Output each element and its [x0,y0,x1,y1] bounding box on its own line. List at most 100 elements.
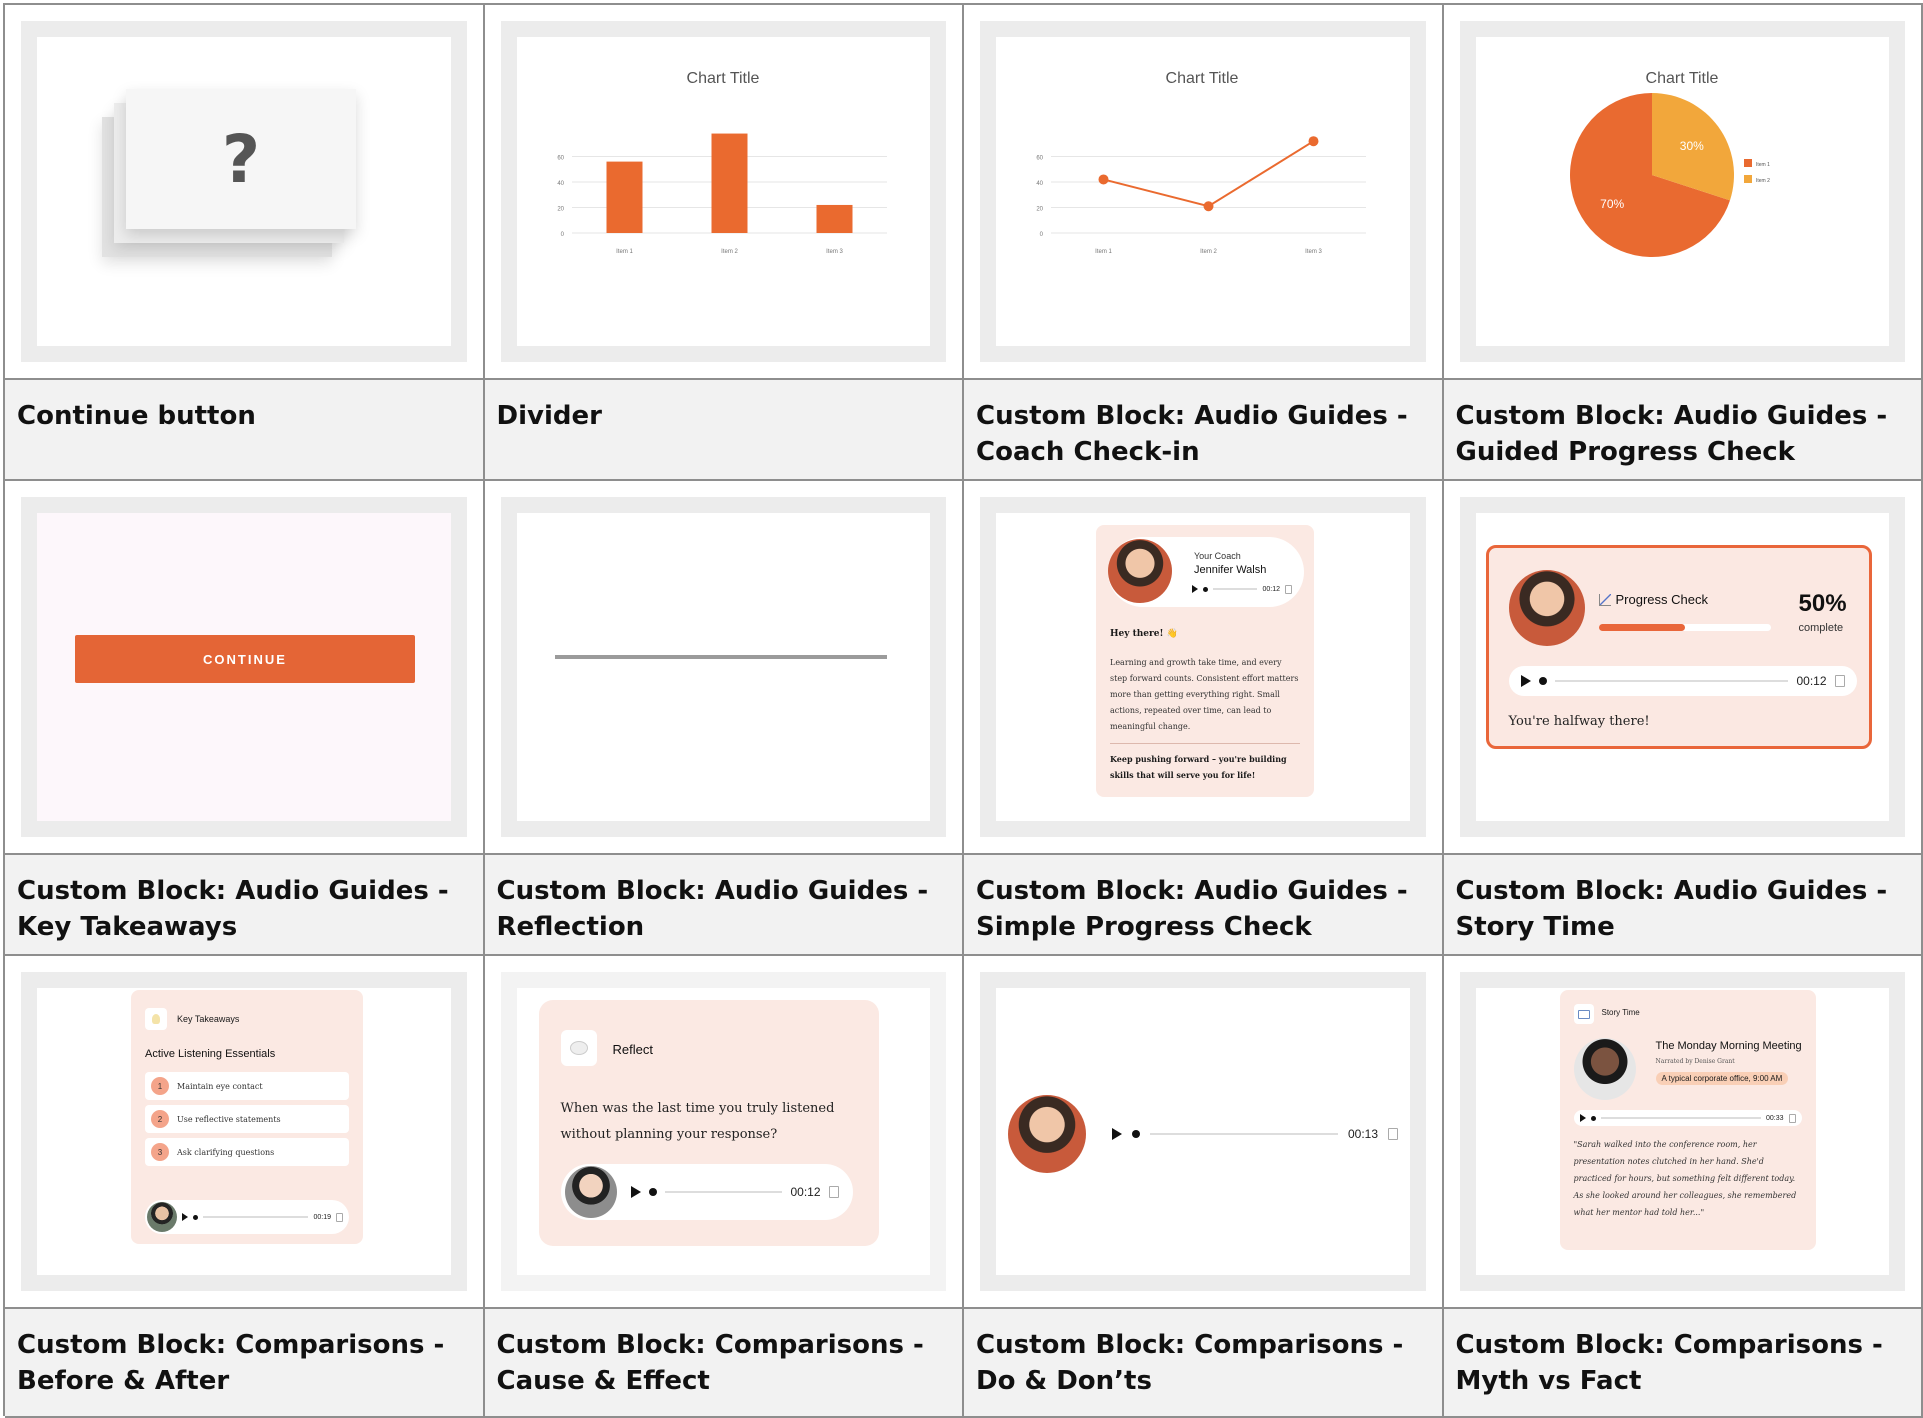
scrubber-handle[interactable] [1203,587,1208,592]
audio-track[interactable] [1150,1133,1338,1135]
bar [711,134,747,233]
thumb-guided-progress-check[interactable]: Chart Title70%Item 130%Item 2 [1444,5,1923,380]
play-icon[interactable] [1580,1114,1586,1122]
transcript-icon[interactable] [829,1186,839,1198]
play-icon[interactable] [182,1213,188,1221]
thumb-do-donts[interactable]: 00:13 [964,956,1444,1309]
thought-bubble-icon [561,1030,597,1066]
transcript-icon[interactable] [1789,1114,1796,1123]
coach-avatar [1108,539,1172,603]
progress-title-row: Progress Check [1599,592,1708,607]
play-icon[interactable] [1192,585,1198,593]
divider-line [555,655,887,659]
legend-swatch [1744,159,1752,167]
label-divider: Divider [485,380,965,481]
takeaway-text: Ask clarifying questions [177,1148,274,1157]
thumb-coach-check-in[interactable]: Chart Title0204060Item 1Item 2Item 3 [964,5,1444,380]
scrubber-handle[interactable] [1591,1116,1596,1121]
takeaways-title: Active Listening Essentials [145,1048,275,1060]
transcript-icon[interactable] [1388,1128,1398,1140]
coach-header: Your Coach Jennifer Walsh 00:12 [1108,537,1304,607]
thumb-before-after[interactable]: Key Takeaways Active Listening Essential… [5,956,485,1309]
chart-title: Chart Title [1645,70,1718,87]
label-guided-progress-check: Custom Block: Audio Guides - Guided Prog… [1444,380,1923,481]
continue-button-preview[interactable]: CONTINUE [75,635,415,683]
label-simple-progress-check: Custom Block: Audio Guides - Simple Prog… [964,855,1444,956]
chart-title: Chart Title [1166,70,1239,87]
data-point [1099,174,1109,184]
play-icon[interactable] [1521,675,1531,687]
story-tag: A typical corporate office, 9:00 AM [1656,1072,1789,1085]
block-gallery-grid: ? Chart Title0204060Item 1Item 2Item 3 C… [3,3,1923,1416]
pie-chart: Chart Title70%Item 130%Item 2 [1476,37,1888,324]
audio-track[interactable] [665,1191,783,1193]
audio-time: 00:12 [790,1185,820,1199]
thumb-continue-button[interactable]: ? [5,5,485,380]
thumb-story-time[interactable]: Progress Check 50% complete 00:12 You're… [1444,481,1923,855]
y-tick-label: 60 [557,156,564,162]
thumb-divider[interactable]: Chart Title0204060Item 1Item 2Item 3 [485,5,965,380]
label-continue-button: Continue button [5,380,485,481]
progress-complete: complete [1799,622,1844,634]
thumb-simple-progress-check[interactable]: Your Coach Jennifer Walsh 00:12 Hey ther… [964,481,1444,855]
y-tick-label: 40 [1036,181,1043,187]
scrubber-handle[interactable] [193,1215,198,1220]
reflect-title: Reflect [613,1042,653,1057]
takeaways-audio-player[interactable]: 00:19 [145,1200,349,1234]
thumb-key-takeaways[interactable]: CONTINUE [5,481,485,855]
transcript-icon[interactable] [1285,585,1292,594]
reflect-avatar [565,1166,617,1218]
story-audio-player[interactable]: 00:33 [1574,1110,1802,1126]
story-card: Story Time The Monday Morning Meeting Na… [1560,990,1816,1250]
thumb-cause-effect[interactable]: Reflect When was the last time you truly… [485,956,965,1309]
simple-audio-player[interactable]: 00:13 [1008,1094,1398,1174]
takeaway-number: 2 [151,1110,169,1128]
label-key-takeaways: Custom Block: Audio Guides - Key Takeawa… [5,855,485,956]
y-tick-label: 40 [557,181,564,187]
transcript-icon[interactable] [1835,675,1845,687]
progress-audio-player[interactable]: 00:12 [1509,666,1857,696]
line-chart: Chart Title0204060Item 1Item 2Item 3 [996,37,1408,324]
takeaway-number: 3 [151,1143,169,1161]
story-kicker: Story Time [1602,1008,1640,1017]
x-tick-label: Item 2 [721,249,738,255]
label-do-donts: Custom Block: Comparisons - Do & Don’ts [964,1309,1444,1418]
simple-avatar [1008,1095,1086,1173]
play-icon[interactable] [1112,1128,1122,1140]
transcript-icon[interactable] [336,1213,343,1222]
story-narrator: Narrated by Denise Grant [1656,1058,1735,1065]
progress-avatar [1509,570,1585,646]
y-tick-label: 60 [1036,156,1043,162]
lightbulb-icon [145,1008,167,1030]
takeaway-item: 2Use reflective statements [145,1105,349,1133]
play-icon[interactable] [631,1186,641,1198]
audio-track[interactable] [1213,588,1257,590]
audio-track[interactable] [203,1216,308,1218]
progress-bar-track [1599,624,1771,631]
x-tick-label: Item 3 [1305,249,1322,255]
progress-card: Progress Check 50% complete 00:12 You're… [1486,545,1872,749]
thumb-myth-fact[interactable]: Story Time The Monday Morning Meeting Na… [1444,956,1923,1309]
scrubber-handle[interactable] [1132,1130,1140,1138]
label-reflection: Custom Block: Audio Guides - Reflection [485,855,965,956]
progress-bar-fill [1599,624,1685,631]
label-before-after: Custom Block: Comparisons - Before & Aft… [5,1309,485,1418]
x-tick-label: Item 3 [826,249,843,255]
audio-track[interactable] [1555,680,1789,682]
reflect-audio-player[interactable]: 00:12 [561,1164,853,1220]
thumb-reflection[interactable] [485,481,965,855]
scrubber-handle[interactable] [1539,677,1547,685]
audio-time: 00:19 [313,1214,331,1221]
audio-time: 00:12 [1796,674,1826,688]
placeholder-card-front: ? [126,89,356,229]
audio-track[interactable] [1601,1117,1761,1119]
coach-name: Jennifer Walsh [1194,564,1266,576]
scrubber-handle[interactable] [649,1188,657,1196]
question-mark-icon: ? [222,121,260,198]
coach-audio-player[interactable]: 00:12 [1192,583,1292,595]
audio-time: 00:13 [1348,1127,1378,1141]
x-tick-label: Item 2 [1200,249,1217,255]
y-tick-label: 20 [557,207,564,213]
takeaway-item: 1Maintain eye contact [145,1072,349,1100]
data-point [1204,201,1214,211]
